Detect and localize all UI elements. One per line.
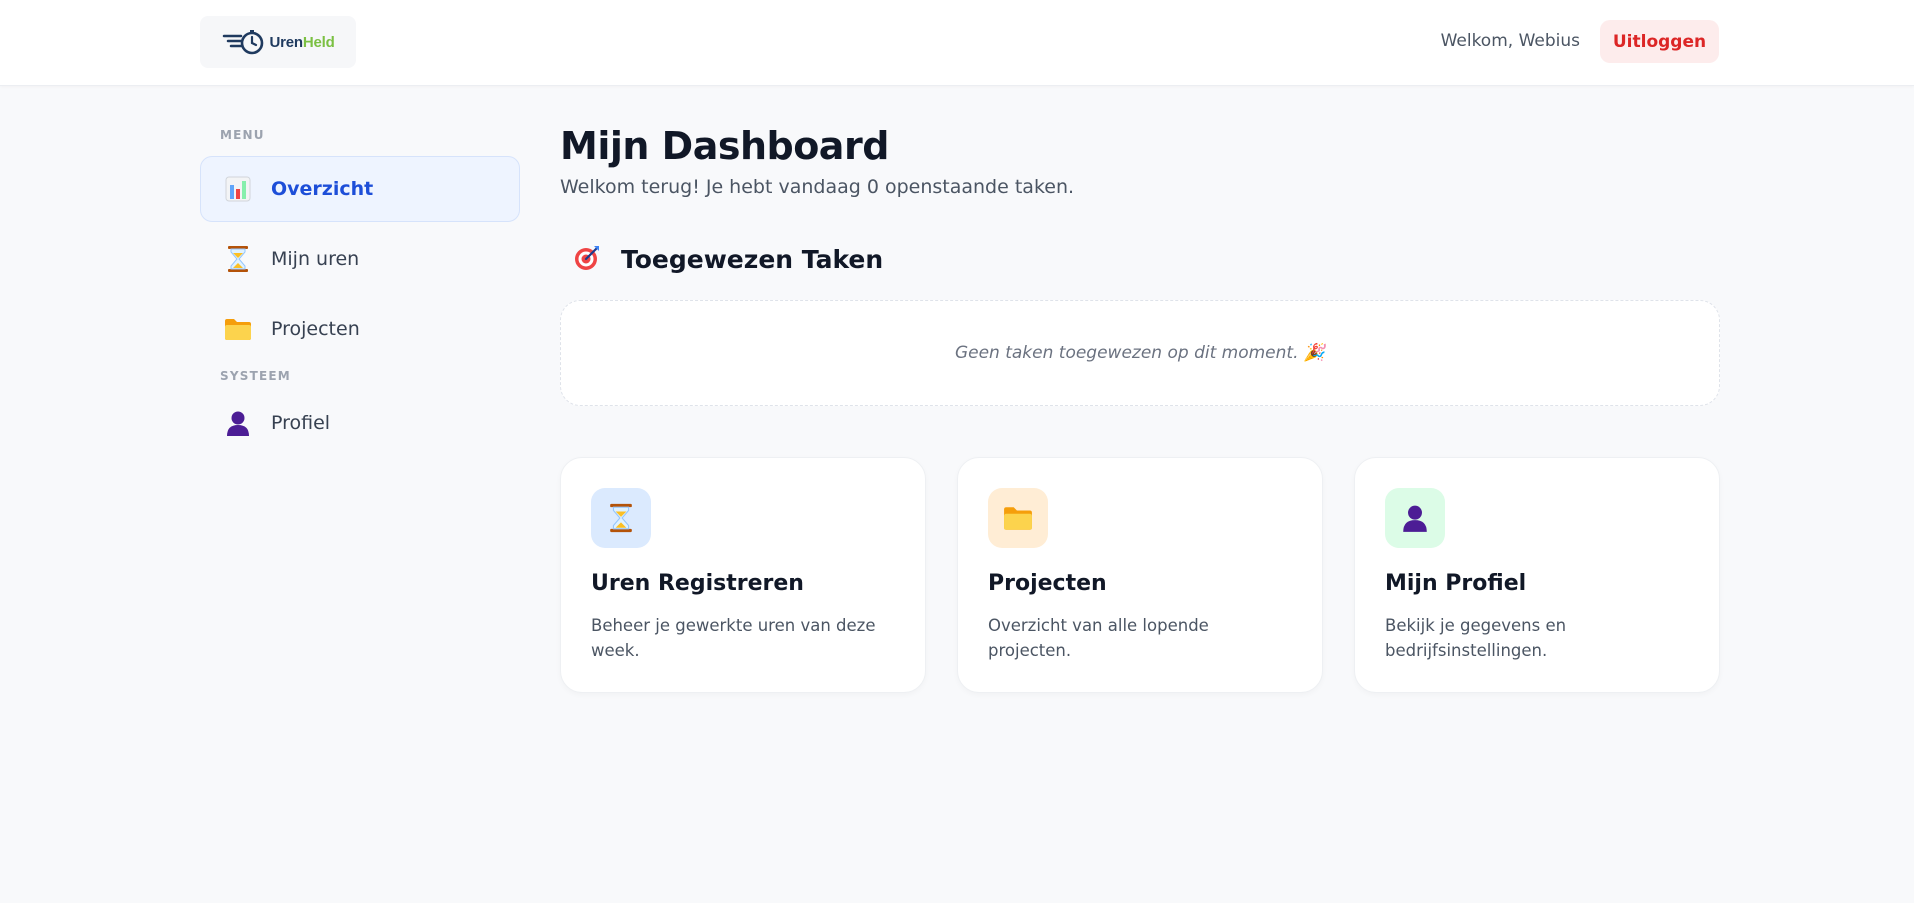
card-description: Overzicht van alle lopende projecten. — [988, 616, 1209, 660]
card-title: Uren Registreren — [591, 571, 804, 596]
logo-text-held: Held — [302, 33, 335, 51]
sidebar-item-overzicht[interactable]: Overzicht — [200, 156, 520, 222]
user-silhouette-icon — [223, 408, 253, 438]
logo[interactable]: UrenHeld — [200, 16, 356, 68]
user-silhouette-icon — [1403, 505, 1427, 532]
empty-tasks-text: Geen taken toegewezen op dit moment. 🎉 — [954, 343, 1326, 363]
empty-tasks-box: Geen taken toegewezen op dit moment. 🎉 — [560, 300, 1720, 406]
sidebar-item-label: Projecten — [271, 318, 360, 340]
card-icon-box — [591, 488, 651, 548]
tasks-section-heading: Toegewezen Taken — [573, 244, 883, 274]
sidebar-item-label: Profiel — [271, 412, 331, 434]
page-title: Mijn Dashboard — [560, 124, 889, 168]
card-icon-box — [1385, 488, 1445, 548]
card-icon-box — [988, 488, 1048, 548]
card-uren-registreren[interactable]: Uren Registreren Beheer je gewerkte uren… — [560, 457, 926, 693]
page-subtitle: Welkom terug! Je hebt vandaag 0 openstaa… — [560, 176, 1075, 198]
logo-text-uren: Uren — [269, 33, 303, 51]
logout-button[interactable]: Uitloggen — [1600, 20, 1719, 63]
target-icon — [573, 244, 603, 274]
card-title: Projecten — [988, 571, 1107, 596]
folder-icon — [223, 314, 253, 344]
folder-icon — [1004, 507, 1032, 530]
sidebar-menu-heading: MENU — [220, 128, 265, 142]
stopwatch-speed-icon — [223, 30, 264, 55]
sidebar-item-label: Overzicht — [271, 178, 374, 200]
welcome-text: Welkom, Webius — [1440, 31, 1580, 51]
sidebar-item-profiel[interactable]: Profiel — [200, 390, 520, 456]
sidebar-item-mijn-uren[interactable]: Mijn uren — [200, 226, 520, 292]
tasks-section-title: Toegewezen Taken — [621, 244, 884, 274]
card-mijn-profiel[interactable]: Mijn Profiel Bekijk je gegevens en bedri… — [1354, 457, 1720, 693]
card-description: Beheer je gewerkte uren van deze week. — [591, 616, 876, 660]
sidebar-system-heading: SYSTEEM — [220, 369, 291, 383]
hourglass-icon — [610, 503, 632, 533]
top-header: UrenHeld Welkom, Webius Uitloggen — [0, 0, 1914, 86]
sidebar-item-projecten[interactable]: Projecten — [200, 296, 520, 362]
card-title: Mijn Profiel — [1385, 571, 1527, 596]
card-description: Bekijk je gegevens en bedrijfsinstelling… — [1385, 616, 1567, 660]
sidebar-item-label: Mijn uren — [271, 248, 360, 270]
hourglass-icon — [223, 244, 253, 274]
bar-chart-icon — [223, 174, 253, 204]
logo-wordmark: UrenHeld — [269, 34, 334, 51]
card-projecten[interactable]: Projecten Overzicht van alle lopende pro… — [957, 457, 1323, 693]
